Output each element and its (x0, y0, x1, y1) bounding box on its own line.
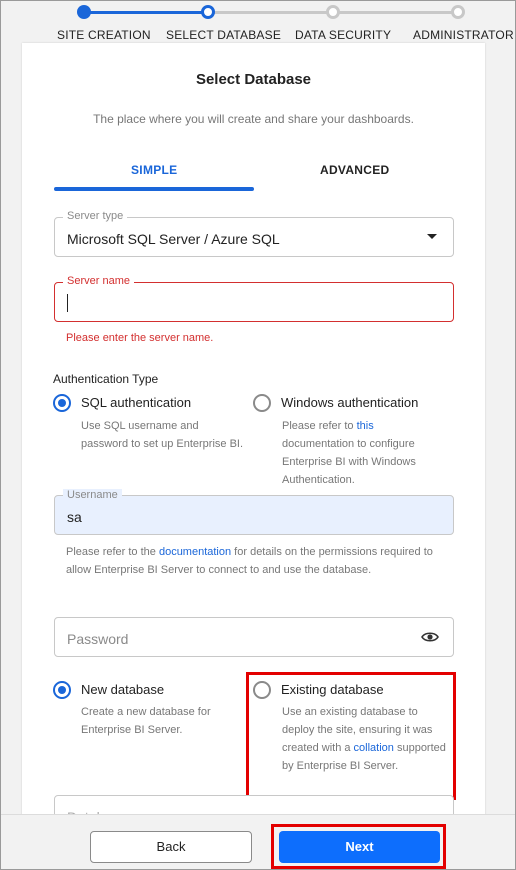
server-name-error: Please enter the server name. (66, 332, 214, 344)
new-database-radio[interactable] (53, 681, 71, 699)
windows-auth-help-suffix: documentation to configure Enterprise BI… (282, 438, 416, 486)
stepper: SITE CREATION SELECT DATABASE DATA SECUR… (1, 1, 515, 49)
windows-auth-doc-link[interactable]: this (357, 420, 374, 432)
windows-auth-radio[interactable] (253, 394, 271, 412)
username-label: Username (63, 489, 122, 501)
sql-auth-help: Use SQL username and password to set up … (81, 420, 244, 450)
existing-database-highlight (246, 672, 456, 800)
step-label-site-creation: SITE CREATION (57, 28, 151, 42)
step-dot-select-database (201, 5, 215, 19)
step-dot-site-creation (77, 5, 91, 19)
text-cursor (67, 294, 68, 312)
windows-auth-label[interactable]: Windows authentication (281, 395, 418, 410)
username-help-prefix: Please refer to the (66, 546, 159, 558)
server-type-label: Server type (63, 210, 128, 222)
step-label-data-security: DATA SECURITY (295, 28, 392, 42)
permissions-doc-link[interactable]: documentation (159, 546, 231, 558)
back-button[interactable]: Back (90, 831, 252, 863)
username-input[interactable]: Username sa (54, 489, 454, 535)
server-name-input[interactable]: Server name (54, 275, 454, 322)
footer-bar: Back Next (1, 814, 515, 869)
page-subtitle: The place where you will create and shar… (93, 112, 414, 126)
caret-down-icon[interactable] (427, 234, 437, 239)
sql-auth-label[interactable]: SQL authentication (81, 395, 191, 410)
password-input[interactable]: Password (54, 617, 454, 657)
server-name-label: Server name (63, 275, 134, 287)
tab-active-indicator (54, 187, 254, 191)
step-label-select-database: SELECT DATABASE (166, 28, 282, 42)
username-help: Please refer to the documentation for de… (66, 543, 436, 579)
server-type-value: Microsoft SQL Server / Azure SQL (67, 231, 280, 247)
server-type-select[interactable]: Server type Microsoft SQL Server / Azure… (54, 210, 454, 257)
step-dot-data-security (326, 5, 340, 19)
sql-auth-radio[interactable] (53, 394, 71, 412)
new-database-help: Create a new database for Enterprise BI … (81, 706, 211, 736)
page-title: Select Database (195, 71, 312, 88)
windows-auth-help: Please refer to this documentation to co… (282, 417, 447, 489)
app-frame: SITE CREATION SELECT DATABASE DATA SECUR… (0, 0, 516, 870)
password-placeholder: Password (67, 631, 129, 647)
eye-icon[interactable] (421, 630, 439, 644)
new-database-label[interactable]: New database (81, 682, 164, 697)
next-button[interactable]: Next (279, 831, 440, 863)
stepper-line-completed (90, 11, 206, 14)
username-value: sa (67, 509, 82, 525)
step-label-administrator: ADMINISTRATOR (413, 28, 514, 42)
step-dot-administrator (451, 5, 465, 19)
select-database-card: Select Database The place where you will… (22, 43, 485, 843)
windows-auth-help-prefix: Please refer to (282, 420, 357, 432)
auth-type-label: Authentication Type (53, 372, 159, 386)
tab-simple[interactable]: SIMPLE (131, 163, 177, 177)
tab-advanced[interactable]: ADVANCED (320, 163, 390, 177)
